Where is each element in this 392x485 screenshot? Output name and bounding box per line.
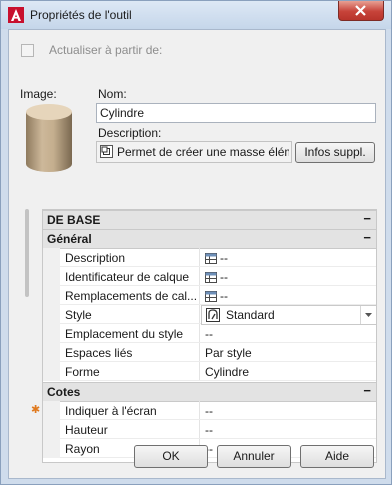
property-value[interactable]: -- [205, 404, 213, 418]
collapse-icon[interactable]: − [363, 230, 371, 245]
property-value[interactable]: -- [205, 251, 228, 265]
property-name: Identificateur de calque [65, 270, 190, 284]
property-row-style-location[interactable]: Emplacement du style -- [43, 324, 376, 343]
description-label: Description: [98, 126, 162, 140]
collapse-icon[interactable]: − [363, 211, 371, 226]
grid-scrollbar-thumb[interactable] [25, 209, 29, 297]
property-row-shape[interactable]: Forme Cylindre [43, 362, 376, 381]
tool-properties-dialog: Propriétés de l'outil Actualiser à parti… [0, 0, 392, 485]
copy-text-icon [100, 145, 113, 158]
property-row-layer-key[interactable]: Identificateur de calque -- [43, 267, 376, 286]
title-bar: Propriétés de l'outil [1, 1, 391, 29]
more-info-button[interactable]: Infos suppl. [295, 142, 375, 163]
category-label: DE BASE [47, 213, 101, 227]
property-value-text: -- [220, 289, 228, 303]
style-select[interactable]: Standard [201, 305, 377, 325]
description-value: Permet de créer une masse élém [117, 145, 289, 159]
cylinder-preview-image [26, 104, 72, 172]
property-name: Remplacements de cal... [65, 289, 198, 303]
property-value[interactable]: Cylindre [205, 365, 249, 379]
asterisk-icon: ✱ [31, 404, 41, 416]
image-label: Image: [20, 87, 57, 101]
property-name: Style [65, 308, 92, 322]
style-icon [206, 308, 220, 322]
chevron-down-icon [365, 313, 372, 317]
property-name: Indiquer à l'écran [65, 404, 157, 418]
name-label: Nom: [98, 87, 127, 101]
property-value[interactable]: -- [205, 423, 213, 437]
property-row-height[interactable]: Hauteur -- [43, 420, 376, 439]
update-checkbox[interactable] [21, 44, 34, 57]
table-icon [205, 291, 217, 302]
category-header-basic[interactable]: DE BASE − [43, 210, 376, 230]
property-value[interactable]: -- [205, 270, 228, 284]
style-value: Standard [226, 308, 275, 322]
property-value-text: -- [220, 270, 228, 284]
property-row-style[interactable]: Style Standard [43, 305, 377, 325]
window-title: Propriétés de l'outil [30, 8, 132, 22]
property-grid: DE BASE − Général − Description -- Ident… [31, 209, 377, 463]
property-row-layer-overrides[interactable]: Remplacements de cal... -- [43, 286, 376, 305]
section-label: Général [47, 232, 92, 246]
close-icon [355, 5, 366, 16]
property-name: Description [65, 251, 126, 265]
property-name: Emplacement du style [65, 327, 184, 341]
name-value: Cylindre [100, 106, 145, 120]
property-name: Forme [65, 365, 100, 379]
property-name: Hauteur [65, 423, 108, 437]
property-value-text: -- [220, 251, 228, 265]
help-button[interactable]: Aide [300, 445, 374, 468]
section-label: Cotes [47, 385, 81, 399]
ok-button[interactable]: OK [134, 445, 208, 468]
update-label: Actualiser à partir de: [49, 43, 163, 57]
collapse-icon[interactable]: − [363, 383, 371, 398]
property-row-description[interactable]: Description -- [43, 248, 376, 267]
property-row-bound-spaces[interactable]: Espaces liés Par style [43, 343, 376, 362]
autocad-logo-icon [8, 7, 24, 23]
table-icon [205, 272, 217, 283]
name-input[interactable]: Cylindre [96, 103, 376, 123]
table-icon [205, 253, 217, 264]
dialog-body: Actualiser à partir de: Image: Nom: Cyli… [8, 29, 386, 479]
cancel-button[interactable]: Annuler [217, 445, 291, 468]
close-button[interactable] [338, 1, 384, 21]
property-name: Espaces liés [65, 346, 133, 360]
section-header-dimensions[interactable]: Cotes − [43, 382, 376, 402]
section-header-general[interactable]: Général − [43, 229, 376, 249]
property-value[interactable]: -- [205, 327, 213, 341]
dropdown-button[interactable] [360, 306, 376, 324]
property-value[interactable]: Par style [205, 346, 252, 360]
property-row-specify-on-screen[interactable]: ✱ Indiquer à l'écran -- [31, 401, 376, 420]
property-value[interactable]: -- [205, 289, 228, 303]
description-field[interactable]: Permet de créer une masse élém [96, 141, 292, 163]
